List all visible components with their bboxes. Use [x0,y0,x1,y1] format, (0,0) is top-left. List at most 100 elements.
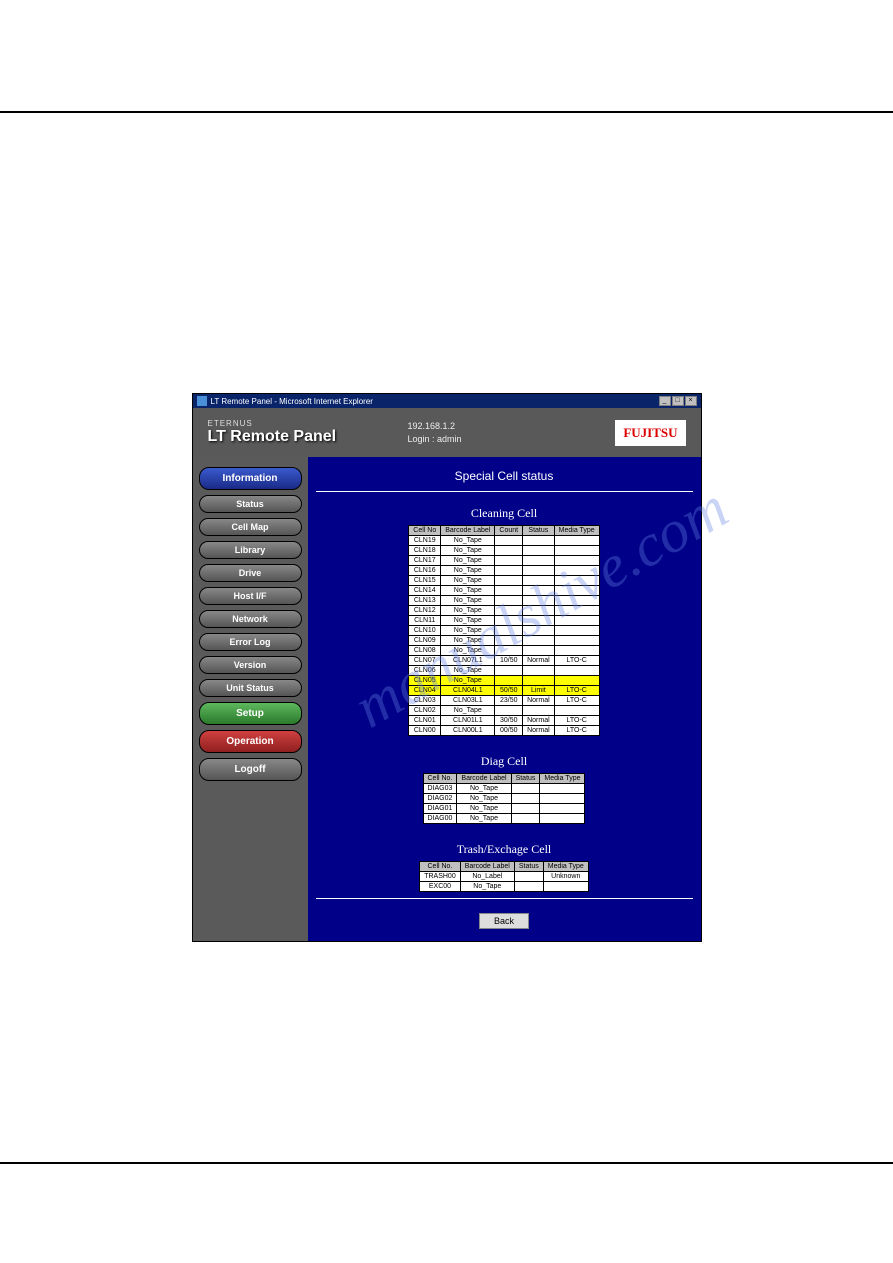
nav-setup[interactable]: Setup [199,702,302,725]
cell [554,576,599,586]
cell [495,636,523,646]
divider-bottom [316,898,693,899]
cell: No_Tape [441,566,495,576]
col-header: Status [523,526,555,536]
nav-error-log[interactable]: Error Log [199,633,302,651]
cell: No_Tape [441,536,495,546]
trash-title: Trash/Exchage Cell [316,842,693,857]
titlebar-text: LT Remote Panel - Microsoft Internet Exp… [211,397,659,406]
nav-information[interactable]: Information [199,467,302,490]
cell: LTO-C [554,656,599,666]
nav-network[interactable]: Network [199,610,302,628]
cell: CLN12 [409,606,441,616]
nav-drive[interactable]: Drive [199,564,302,582]
diag-table: Cell No.Barcode LabelStatusMedia TypeDIA… [423,773,586,824]
cell: No_Tape [441,676,495,686]
cell: EXC00 [420,882,461,892]
cell [495,706,523,716]
cell: CLN14 [409,586,441,596]
cell: 30/50 [495,716,523,726]
cell [495,556,523,566]
table-row: DIAG02No_Tape [423,794,585,804]
table-row: TRASH00No_LabelUnknown [420,872,589,882]
table-row: DIAG03No_Tape [423,784,585,794]
cell: CLN13 [409,596,441,606]
cell [554,566,599,576]
cell: CLN15 [409,576,441,586]
cell [523,576,555,586]
nav-logoff[interactable]: Logoff [199,758,302,781]
table-row: CLN09No_Tape [409,636,599,646]
divider [316,491,693,492]
cell: CLN19 [409,536,441,546]
cell [495,546,523,556]
table-row: CLN06No_Tape [409,666,599,676]
cell [540,814,585,824]
table-row: CLN19No_Tape [409,536,599,546]
cell [523,536,555,546]
close-button[interactable]: × [685,396,697,406]
titlebar: LT Remote Panel - Microsoft Internet Exp… [193,394,701,408]
col-header: Cell No. [423,774,457,784]
cell [495,536,523,546]
logo: FUJITSU [615,420,685,446]
table-row: CLN17No_Tape [409,556,599,566]
col-header: Status [511,774,540,784]
cell: No_Tape [457,784,511,794]
cell: Normal [523,696,555,706]
sidebar: Information Status Cell Map Library Drive Hos… [193,457,308,941]
cell: No_Tape [441,626,495,636]
table-row: CLN04CLN04L150/50LimitLTO-C [409,686,599,696]
cell: CLN17 [409,556,441,566]
cell [554,636,599,646]
cell [554,706,599,716]
ie-icon [197,396,207,406]
cell [523,556,555,566]
cell [511,784,540,794]
cell: No_Tape [441,586,495,596]
cell [523,636,555,646]
cell: CLN07 [409,656,441,666]
cell: No_Tape [441,706,495,716]
nav-unit-status[interactable]: Unit Status [199,679,302,697]
nav-host-i-f[interactable]: Host I/F [199,587,302,605]
cell [523,706,555,716]
cell: 00/50 [495,726,523,736]
page-title: Special Cell status [316,469,693,483]
col-header: Count [495,526,523,536]
nav-version[interactable]: Version [199,656,302,674]
cell [495,596,523,606]
cell [523,596,555,606]
cell: 50/50 [495,686,523,696]
back-button[interactable]: Back [479,913,529,929]
cell: CLN04 [409,686,441,696]
nav-operation[interactable]: Operation [199,730,302,753]
maximize-button[interactable]: □ [672,396,684,406]
diag-title: Diag Cell [316,754,693,769]
cell [540,794,585,804]
cell: Normal [523,726,555,736]
cell: CLN10 [409,626,441,636]
col-header: Media Type [554,526,599,536]
cell [540,804,585,814]
cell: No_Tape [441,596,495,606]
table-row: CLN02No_Tape [409,706,599,716]
cell: No_Tape [441,646,495,656]
cell: Normal [523,716,555,726]
cell: No_Tape [457,814,511,824]
cell: LTO-C [554,726,599,736]
cell: No_Tape [441,616,495,626]
cell [554,616,599,626]
cell [554,536,599,546]
table-row: CLN13No_Tape [409,596,599,606]
minimize-button[interactable]: _ [659,396,671,406]
login-label: Login : admin [408,434,616,444]
nav-library[interactable]: Library [199,541,302,559]
cell: CLN02 [409,706,441,716]
nav-cell-map[interactable]: Cell Map [199,518,302,536]
cell [554,626,599,636]
cell [495,666,523,676]
table-row: DIAG00No_Tape [423,814,585,824]
nav-status[interactable]: Status [199,495,302,513]
col-header: Media Type [543,862,588,872]
